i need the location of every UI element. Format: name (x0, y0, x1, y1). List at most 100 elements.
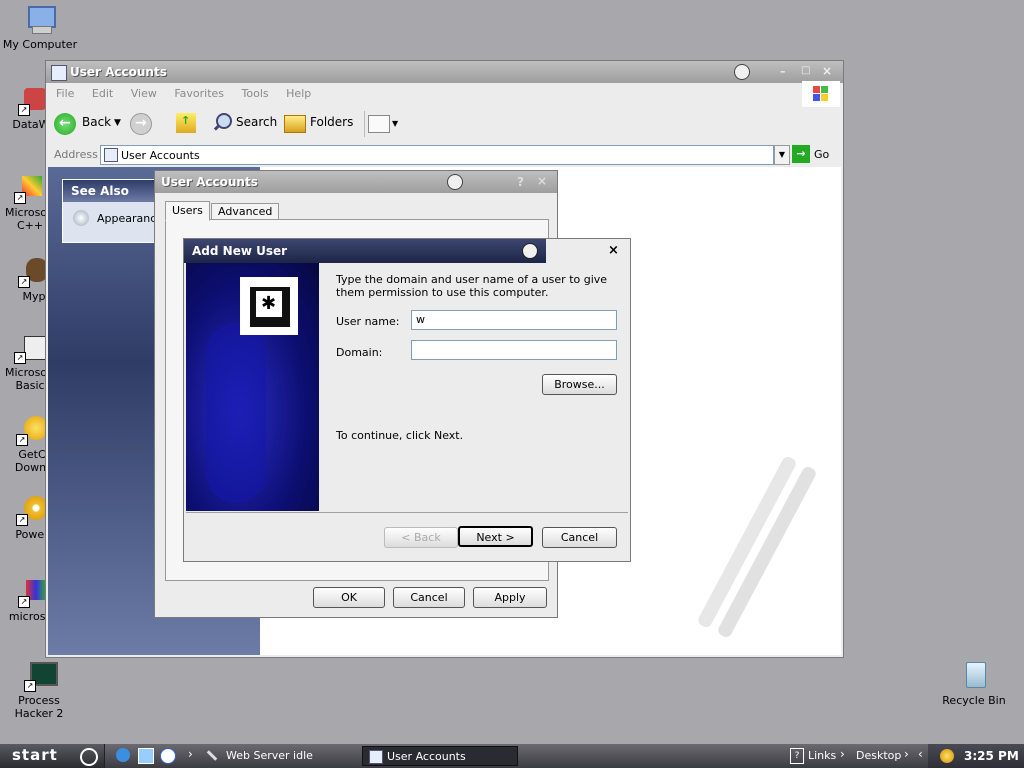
dialog-titlebar[interactable]: User Accounts ? × (155, 171, 557, 193)
media-quicklaunch-icon[interactable] (160, 748, 176, 764)
no-entry-icon (734, 64, 750, 80)
chevron-right-icon[interactable]: › (904, 747, 909, 761)
wizard-banner: ✱ (186, 263, 319, 511)
add-new-user-dialog: Add New User × ✱ Type the domain and use… (183, 238, 631, 562)
views-dropdown-icon[interactable]: ▼ (392, 119, 398, 128)
user-accounts-icon (369, 750, 383, 764)
dialog-title: User Accounts (161, 175, 258, 189)
forward-arrow-icon[interactable]: → (130, 113, 152, 135)
explorer-titlebar[interactable]: User Accounts – □ × (46, 61, 843, 83)
user-accounts-icon (104, 148, 118, 162)
windows-logo-icon (802, 81, 840, 107)
domain-label: Domain: (336, 346, 383, 359)
start-button[interactable]: start (0, 744, 105, 768)
menu-view[interactable]: View (131, 87, 157, 100)
clock-time: 3:25 PM (964, 749, 1019, 763)
appearance-icon (73, 210, 89, 226)
system-clock: 3:25 PM (928, 744, 1024, 768)
menu-help[interactable]: Help (286, 87, 311, 100)
search-button[interactable]: Search (236, 115, 277, 129)
address-label: Address (54, 148, 98, 161)
go-button[interactable]: Go (814, 148, 829, 161)
app-icon: ↗ (14, 332, 46, 364)
folders-button[interactable]: Folders (310, 115, 353, 129)
maximize-button[interactable]: □ (801, 65, 810, 76)
desktop-icon-recycle-bin[interactable]: Recycle Bin (934, 660, 1014, 707)
toolbar-divider (364, 111, 365, 137)
task-label: User Accounts (387, 750, 466, 763)
watermark-graphic (696, 447, 820, 640)
chevron-right-icon[interactable]: › (840, 747, 845, 761)
address-input[interactable]: User Accounts (100, 145, 774, 165)
menu-edit[interactable]: Edit (92, 87, 113, 100)
next-button[interactable]: Next > (458, 526, 533, 547)
add-user-title: Add New User (192, 244, 288, 258)
desktop-icon-label: Process Hacker 2 (14, 694, 64, 720)
window-title: User Accounts (70, 65, 167, 79)
menu-favorites[interactable]: Favorites (174, 87, 224, 100)
cancel-button[interactable]: Cancel (542, 527, 617, 548)
close-button[interactable]: × (608, 243, 619, 258)
desktop-icon-label: My Computer (2, 38, 78, 51)
task-web-server[interactable]: Web Server idle (226, 746, 313, 766)
cancel-button[interactable]: Cancel (393, 587, 465, 608)
banner-figure (206, 323, 266, 503)
app-icon: ↗ (14, 172, 46, 204)
disc-icon: ↗ (16, 494, 48, 526)
views-icon[interactable] (368, 115, 390, 133)
recycle-bin-icon (958, 660, 990, 692)
search-icon (212, 113, 232, 133)
monitor-icon: ↗ (24, 660, 58, 692)
folders-icon (284, 115, 306, 133)
menu-bar: File Edit View Favorites Tools Help (56, 87, 325, 100)
help-button[interactable]: ? (517, 175, 524, 189)
taskbar: start › Web Server idle User Accounts ? … (0, 744, 1024, 768)
up-folder-icon[interactable]: ↑ (176, 113, 196, 133)
browse-button[interactable]: Browse... (542, 374, 617, 395)
desktop-toolbar[interactable]: Desktop (856, 749, 901, 762)
back-button[interactable]: Back (82, 115, 111, 129)
domain-input[interactable] (411, 340, 617, 360)
back-arrow-icon[interactable]: ← (54, 113, 76, 135)
add-user-titlebar[interactable]: Add New User × (184, 239, 630, 263)
tab-users[interactable]: Users (165, 201, 210, 221)
toolbar: ← Back ▼ → ↑ Search Folders ▼ (52, 109, 832, 139)
task-user-accounts[interactable]: User Accounts (362, 746, 518, 766)
app-icon: ↗ (16, 414, 48, 446)
desktop-icon-process-hacker[interactable]: ↗ Process Hacker 2 (0, 660, 80, 720)
menu-tools[interactable]: Tools (242, 87, 269, 100)
chevron-right-icon[interactable]: › (188, 747, 193, 761)
minimize-button[interactable]: – (780, 65, 786, 78)
ie-quicklaunch-icon[interactable] (116, 748, 130, 762)
user-accounts-icon (51, 65, 67, 81)
close-button[interactable]: × (822, 64, 832, 78)
user-key-icon: ✱ (240, 277, 298, 335)
wizard-divider (186, 512, 628, 513)
go-arrow-icon[interactable]: → (792, 145, 810, 163)
desktop-icon-my-computer[interactable]: My Computer (0, 4, 80, 51)
tools-icon (206, 749, 220, 763)
address-value: User Accounts (121, 149, 200, 162)
help-icon[interactable]: ? (790, 748, 804, 764)
desktop-icon-label: Recycle Bin (942, 694, 1006, 707)
address-bar: Address User Accounts ▼ → Go (50, 145, 830, 165)
close-button[interactable]: × (537, 174, 547, 188)
username-label: User name: (336, 315, 400, 328)
apply-button[interactable]: Apply (473, 587, 547, 608)
no-entry-icon (447, 174, 463, 190)
desktop-quicklaunch-icon[interactable] (138, 748, 154, 764)
ok-button[interactable]: OK (313, 587, 385, 608)
continue-text: To continue, click Next. (336, 429, 464, 442)
username-input[interactable]: w (411, 310, 617, 330)
back-button[interactable]: < Back (384, 527, 458, 548)
start-logo-icon (80, 748, 98, 766)
computer-icon (24, 4, 56, 36)
no-entry-icon (522, 243, 538, 259)
tray-app-icon[interactable] (940, 749, 954, 763)
back-dropdown-icon[interactable]: ▼ (114, 118, 121, 128)
tray-expand-icon[interactable]: ‹ (918, 747, 923, 761)
address-dropdown-icon[interactable]: ▼ (774, 145, 790, 165)
intro-text: Type the domain and user name of a user … (336, 273, 608, 299)
menu-file[interactable]: File (56, 87, 74, 100)
links-toolbar[interactable]: Links (808, 749, 836, 762)
